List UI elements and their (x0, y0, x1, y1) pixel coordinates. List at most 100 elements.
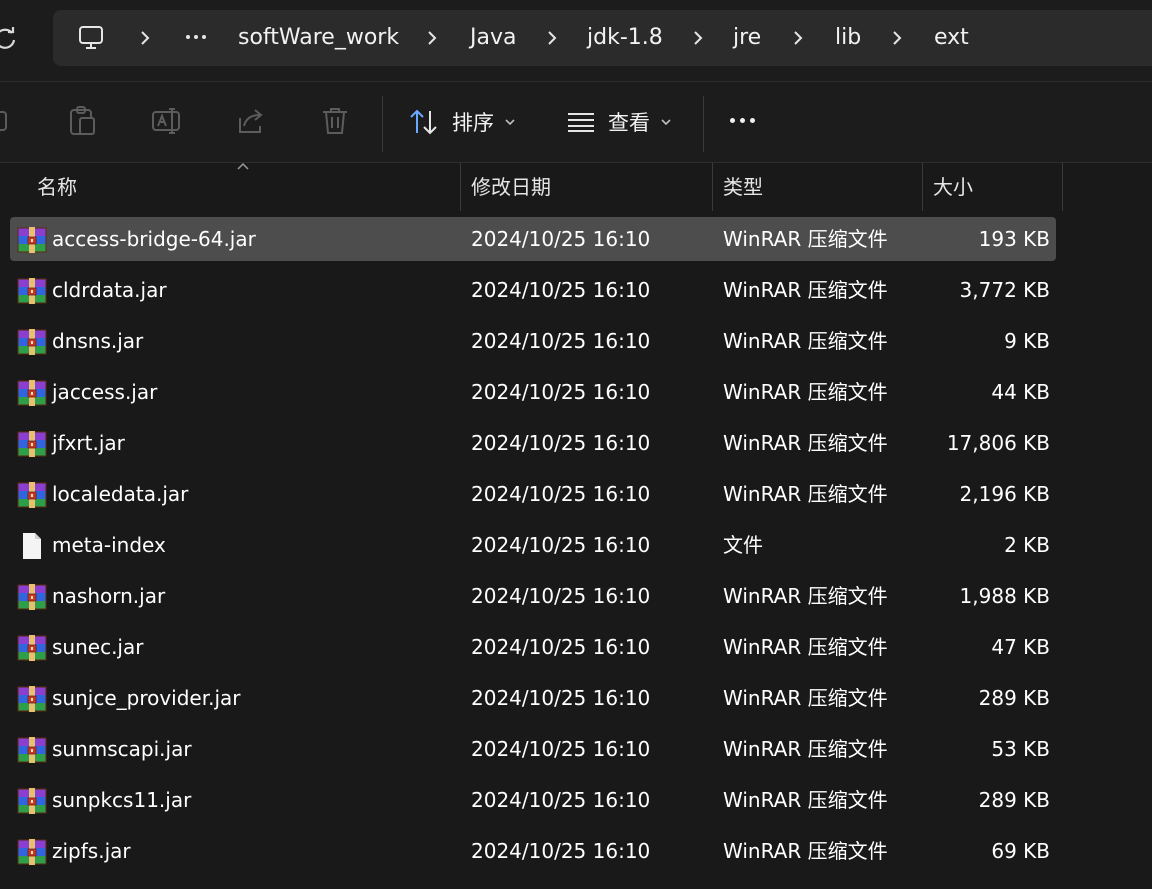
column-header-size[interactable]: 大小 (933, 163, 973, 211)
file-row[interactable]: dnsns.jar 2024/10/25 16:10 WinRAR 压缩文件 9… (10, 319, 1056, 363)
toolbar-separator (703, 96, 704, 152)
chevron-right-icon[interactable] (135, 28, 155, 48)
view-button[interactable]: 查看 (566, 100, 672, 144)
file-name: meta-index (52, 533, 166, 557)
winrar-archive-icon (17, 226, 47, 254)
chevron-down-icon (661, 119, 671, 126)
file-date-modified: 2024/10/25 16:10 (471, 482, 651, 506)
winrar-archive-icon (17, 634, 47, 662)
column-resize-handle[interactable] (712, 163, 713, 211)
winrar-archive-icon (17, 583, 47, 611)
chevron-right-icon[interactable] (688, 28, 708, 48)
file-date-modified: 2024/10/25 16:10 (471, 533, 651, 557)
file-row[interactable]: sunpkcs11.jar 2024/10/25 16:10 WinRAR 压缩… (10, 778, 1056, 822)
winrar-archive-icon (17, 787, 47, 815)
file-size: 69 KB (991, 839, 1050, 863)
winrar-archive-icon (17, 277, 47, 305)
file-name: localedata.jar (52, 482, 189, 506)
breadcrumb-item[interactable]: jdk-1.8 (587, 10, 663, 66)
breadcrumb-item[interactable]: lib (835, 10, 861, 66)
file-name: zipfs.jar (52, 839, 131, 863)
breadcrumb-item-current[interactable]: ext (934, 10, 969, 66)
file-row[interactable]: sunec.jar 2024/10/25 16:10 WinRAR 压缩文件 4… (10, 625, 1056, 669)
column-resize-handle[interactable] (460, 163, 461, 211)
file-date-modified: 2024/10/25 16:10 (471, 737, 651, 761)
file-size: 193 KB (978, 227, 1050, 251)
address-bar[interactable]: softWare_work Java jdk-1.8 jre lib ext (53, 10, 1152, 66)
chevron-right-icon[interactable] (788, 28, 808, 48)
breadcrumb-item[interactable]: jre (733, 10, 761, 66)
command-bar: 排序 查看 (0, 82, 1152, 162)
file-name: sunec.jar (52, 635, 144, 659)
breadcrumb-item[interactable]: softWare_work (238, 10, 399, 66)
chevron-right-icon[interactable] (887, 28, 907, 48)
file-date-modified: 2024/10/25 16:10 (471, 380, 651, 404)
chevron-right-icon[interactable] (422, 28, 442, 48)
file-name: nashorn.jar (52, 584, 166, 608)
file-date-modified: 2024/10/25 16:10 (471, 686, 651, 710)
file-row[interactable]: sunjce_provider.jar 2024/10/25 16:10 Win… (10, 676, 1056, 720)
file-date-modified: 2024/10/25 16:10 (471, 788, 651, 812)
file-row[interactable]: localedata.jar 2024/10/25 16:10 WinRAR 压… (10, 472, 1056, 516)
column-header-date[interactable]: 修改日期 (471, 163, 551, 211)
view-label: 查看 (608, 111, 650, 135)
copy-icon[interactable] (0, 104, 18, 138)
paste-icon[interactable] (66, 104, 100, 138)
rename-icon[interactable] (150, 104, 184, 138)
file-row[interactable]: sunmscapi.jar 2024/10/25 16:10 WinRAR 压缩… (10, 727, 1056, 771)
more-options-icon[interactable] (730, 118, 755, 123)
file-name: dnsns.jar (52, 329, 144, 353)
file-row[interactable]: access-bridge-64.jar 2024/10/25 16:10 Wi… (10, 217, 1056, 261)
file-row[interactable]: meta-index 2024/10/25 16:10 文件 2 KB (10, 523, 1056, 567)
file-row[interactable]: jfxrt.jar 2024/10/25 16:10 WinRAR 压缩文件 1… (10, 421, 1056, 465)
file-type: WinRAR 压缩文件 (723, 380, 888, 404)
file-row[interactable]: nashorn.jar 2024/10/25 16:10 WinRAR 压缩文件… (10, 574, 1056, 618)
file-size: 3,772 KB (959, 278, 1050, 302)
file-size: 1,988 KB (959, 584, 1050, 608)
file-type: WinRAR 压缩文件 (723, 227, 888, 251)
file-row[interactable]: zipfs.jar 2024/10/25 16:10 WinRAR 压缩文件 6… (10, 829, 1056, 873)
file-date-modified: 2024/10/25 16:10 (471, 431, 651, 455)
file-type: WinRAR 压缩文件 (723, 839, 888, 863)
file-type: WinRAR 压缩文件 (723, 329, 888, 353)
file-type: WinRAR 压缩文件 (723, 584, 888, 608)
file-type: WinRAR 压缩文件 (723, 788, 888, 812)
file-date-modified: 2024/10/25 16:10 (471, 635, 651, 659)
file-type: WinRAR 压缩文件 (723, 482, 888, 506)
column-header-name[interactable]: 名称 (37, 163, 77, 211)
file-row[interactable]: cldrdata.jar 2024/10/25 16:10 WinRAR 压缩文… (10, 268, 1056, 312)
file-name: sunpkcs11.jar (52, 788, 192, 812)
file-date-modified: 2024/10/25 16:10 (471, 278, 651, 302)
more-path-icon[interactable] (186, 35, 206, 39)
column-header-type[interactable]: 类型 (723, 163, 763, 211)
sort-button[interactable]: 排序 (408, 100, 516, 144)
column-resize-handle[interactable] (1062, 163, 1063, 211)
file-size: 44 KB (991, 380, 1050, 404)
this-pc-icon[interactable] (77, 24, 105, 52)
file-size: 289 KB (978, 686, 1050, 710)
delete-icon[interactable] (318, 104, 352, 138)
file-row[interactable]: jaccess.jar 2024/10/25 16:10 WinRAR 压缩文件… (10, 370, 1056, 414)
file-size: 17,806 KB (946, 431, 1050, 455)
file-type: WinRAR 压缩文件 (723, 278, 888, 302)
file-size: 289 KB (978, 788, 1050, 812)
file-date-modified: 2024/10/25 16:10 (471, 329, 651, 353)
file-date-modified: 2024/10/25 16:10 (471, 584, 651, 608)
file-type: WinRAR 压缩文件 (723, 686, 888, 710)
breadcrumb-item[interactable]: Java (470, 10, 516, 66)
winrar-archive-icon (17, 328, 47, 356)
chevron-down-icon (505, 119, 515, 126)
file-date-modified: 2024/10/25 16:10 (471, 227, 651, 251)
file-size: 53 KB (991, 737, 1050, 761)
file-type: 文件 (723, 533, 763, 557)
file-size: 47 KB (991, 635, 1050, 659)
blank-file-icon (17, 532, 47, 560)
column-resize-handle[interactable] (922, 163, 923, 211)
share-icon[interactable] (234, 104, 268, 138)
refresh-icon[interactable] (0, 24, 20, 52)
sort-ascending-caret-icon (237, 162, 249, 170)
chevron-right-icon[interactable] (542, 28, 562, 48)
column-header-row: 名称 修改日期 类型 大小 (0, 162, 1152, 211)
view-list-icon (568, 113, 594, 132)
file-name: access-bridge-64.jar (52, 227, 256, 251)
